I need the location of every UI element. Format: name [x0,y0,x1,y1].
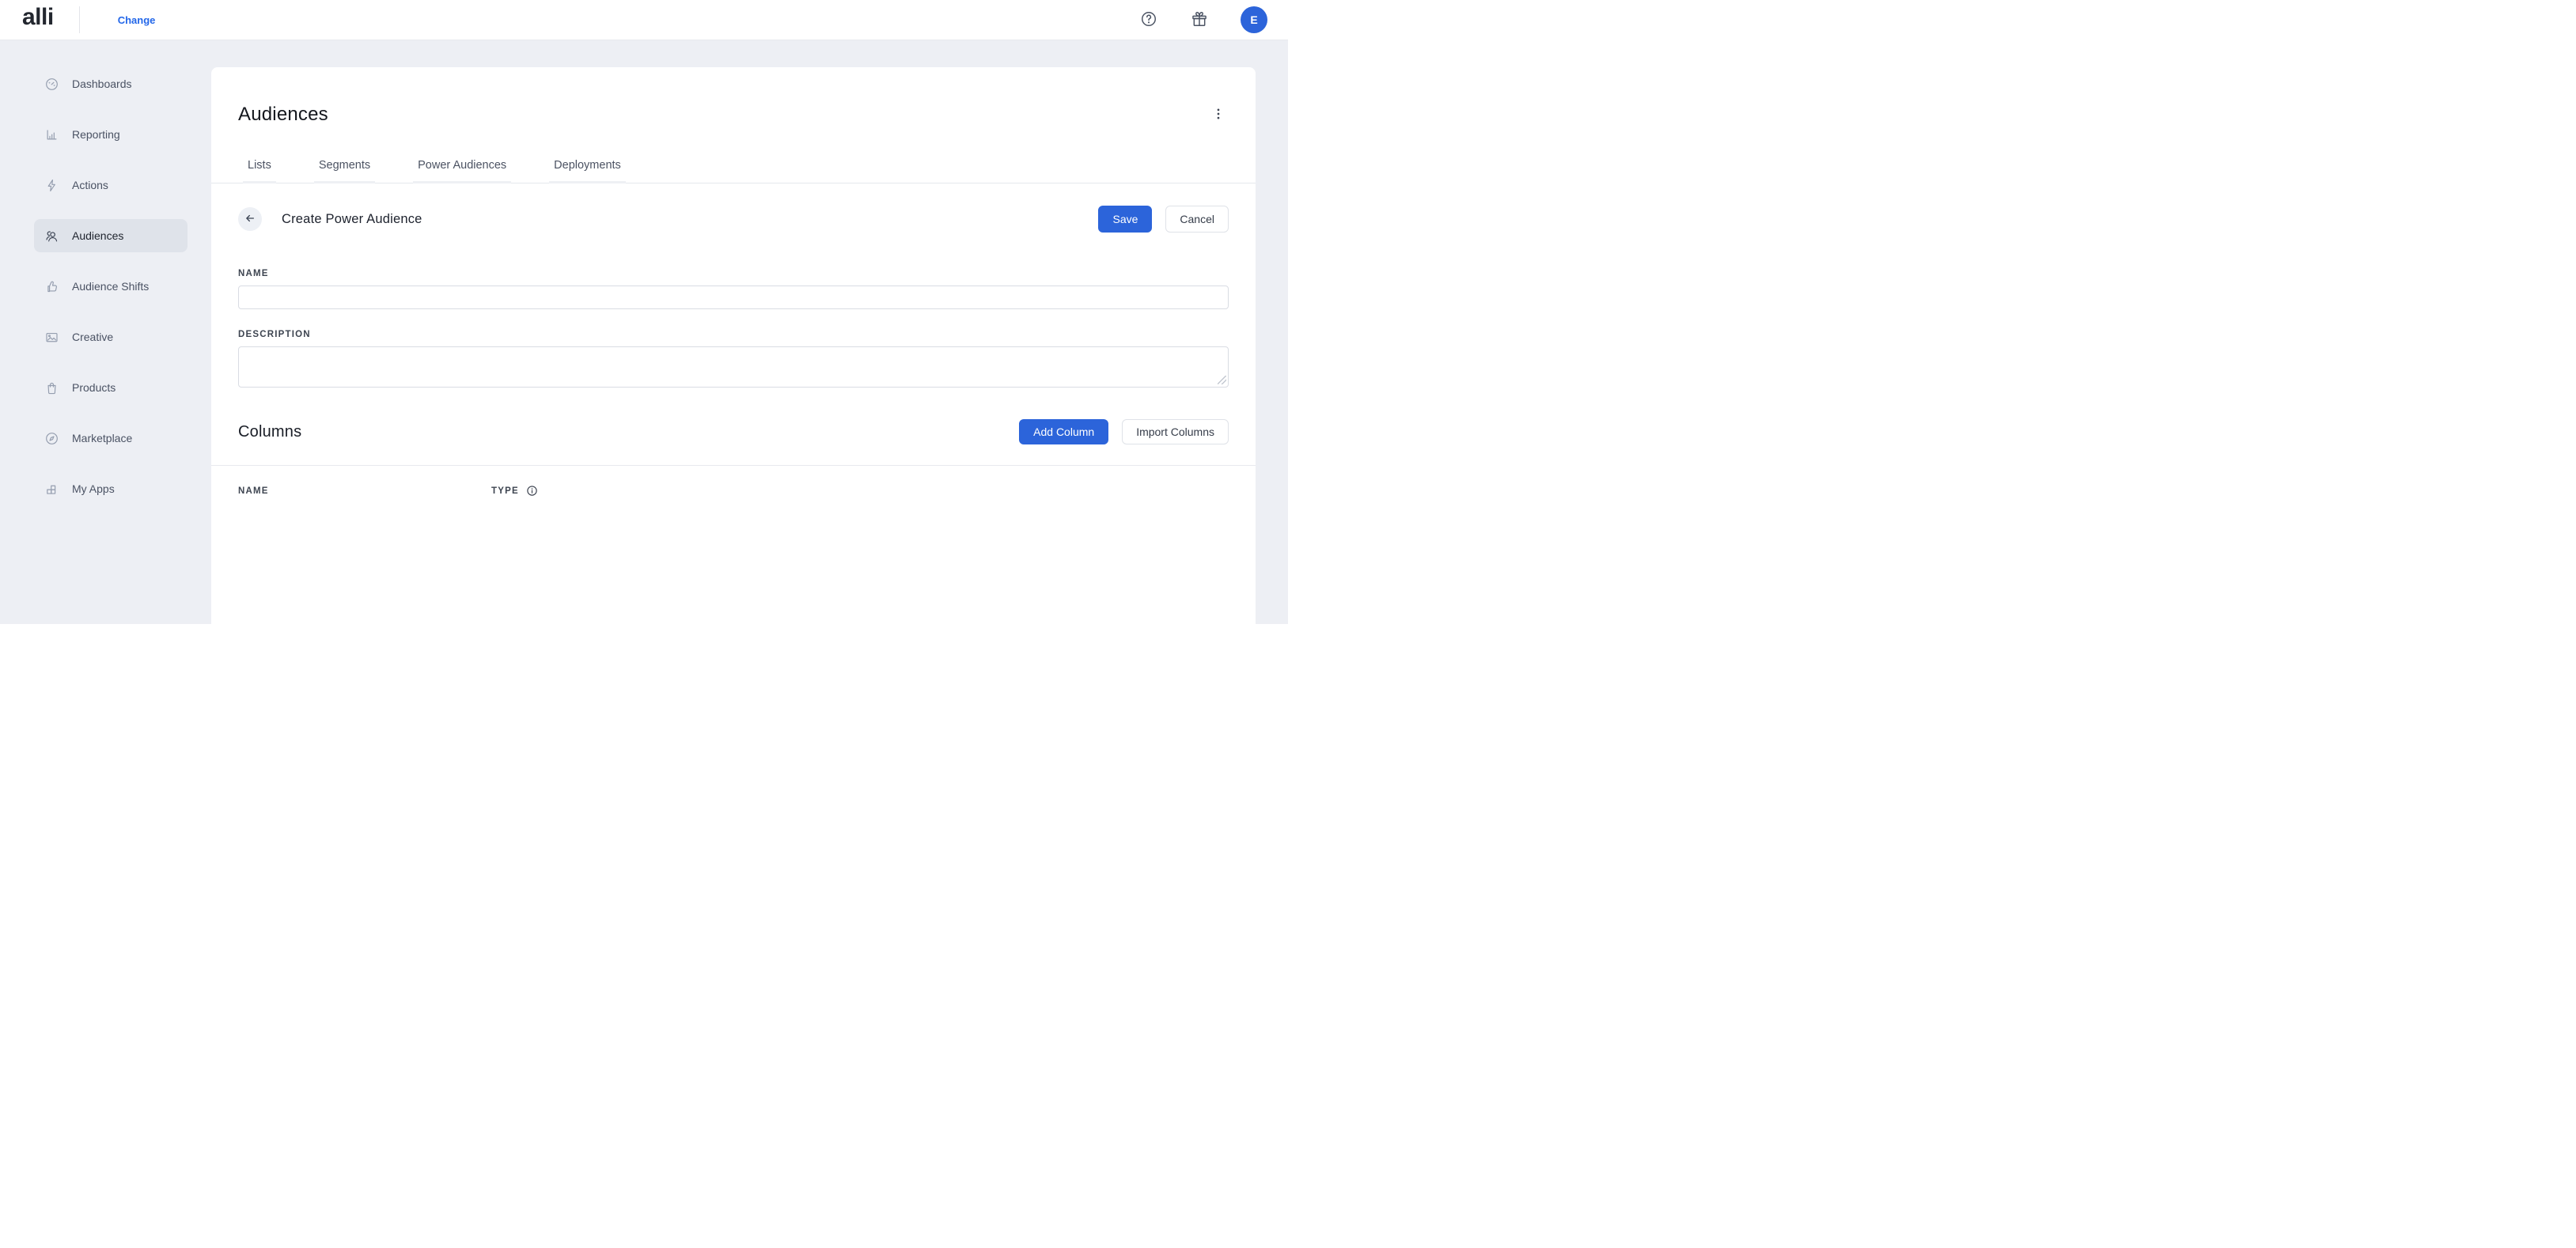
more-options-button[interactable] [1208,104,1229,125]
apps-grid-icon [44,482,59,497]
name-input[interactable] [238,286,1229,309]
arrow-left-icon [244,212,256,227]
sidebar-item-label: Audience Shifts [72,280,149,293]
sidebar-item-creative[interactable]: Creative [34,320,188,354]
sidebar-item-label: Actions [72,179,108,191]
page-title: Audiences [238,104,328,126]
sidebar-item-audience-shifts[interactable]: Audience Shifts [34,270,188,303]
change-link[interactable]: Change [118,14,156,26]
columns-section-header: Columns Add Column Import Columns [238,410,1229,454]
sidebar-item-label: Reporting [72,128,120,141]
sidebar-item-label: My Apps [72,482,115,495]
sidebar-item-dashboards[interactable]: Dashboards [34,67,188,100]
sidebar-item-actions[interactable]: Actions [34,168,188,202]
sidebar-item-label: Dashboards [72,78,132,90]
compass-icon [44,431,59,446]
card-header: Audiences [238,67,1229,138]
app-root: alli Change [0,0,1288,624]
tab-lists[interactable]: Lists [243,159,276,183]
gift-icon [1191,10,1208,30]
save-button[interactable]: Save [1098,206,1152,233]
help-button[interactable] [1139,10,1158,29]
sidebar-item-label: Audiences [72,229,123,242]
import-columns-button[interactable]: Import Columns [1122,419,1229,444]
name-field-label: NAME [238,269,1229,278]
column-header-type-label: TYPE [491,486,519,496]
columns-table-header: NAME TYPE [238,485,1229,497]
gauge-icon [44,77,59,92]
sidebar-item-reporting[interactable]: Reporting [34,118,188,151]
bar-chart-icon [44,127,59,142]
sidebar-item-label: Products [72,381,116,394]
lightning-icon [44,178,59,193]
shopping-bag-icon [44,380,59,395]
sidebar-item-audiences[interactable]: Audiences [34,219,188,252]
tab-segments[interactable]: Segments [314,159,375,183]
description-textarea[interactable] [238,346,1229,388]
cancel-button[interactable]: Cancel [1165,206,1229,233]
gift-button[interactable] [1190,10,1209,29]
app-body: Dashboards Reporting [0,40,1288,624]
add-column-button[interactable]: Add Column [1019,419,1108,444]
app-logo: alli [22,6,54,34]
sidebar-item-label: Marketplace [72,432,132,444]
sidebar-item-products[interactable]: Products [34,371,188,404]
columns-heading: Columns [238,423,301,441]
description-field-wrap [238,346,1229,388]
column-header-type: TYPE [491,485,538,497]
topbar-divider [79,6,80,33]
back-button[interactable] [238,207,262,231]
audiences-card: Audiences Lists Segments [211,67,1256,624]
columns-divider [211,465,1256,466]
kebab-icon [1211,107,1225,123]
sidebar-item-my-apps[interactable]: My Apps [34,472,188,505]
audiences-tabs: Lists Segments Power Audiences Deploymen… [211,159,1256,183]
avatar-initial: E [1250,13,1257,26]
sidebar-item-label: Creative [72,331,113,343]
column-header-name: NAME [238,486,491,496]
thumbs-up-icon [44,279,59,294]
main-content: Audiences Lists Segments [211,40,1288,624]
help-icon [1140,10,1157,30]
sidebar: Dashboards Reporting [0,40,211,624]
image-icon [44,330,59,345]
info-icon[interactable] [526,485,538,497]
tab-power-audiences[interactable]: Power Audiences [413,159,511,183]
description-field-label: DESCRIPTION [238,330,1229,339]
avatar[interactable]: E [1241,6,1267,33]
sidebar-item-marketplace[interactable]: Marketplace [34,422,188,455]
topbar: alli Change [0,0,1288,40]
tab-deployments[interactable]: Deployments [549,159,626,183]
people-icon [44,229,59,244]
form-title: Create Power Audience [282,212,422,227]
form-header: Create Power Audience Save Cancel [238,206,1229,233]
